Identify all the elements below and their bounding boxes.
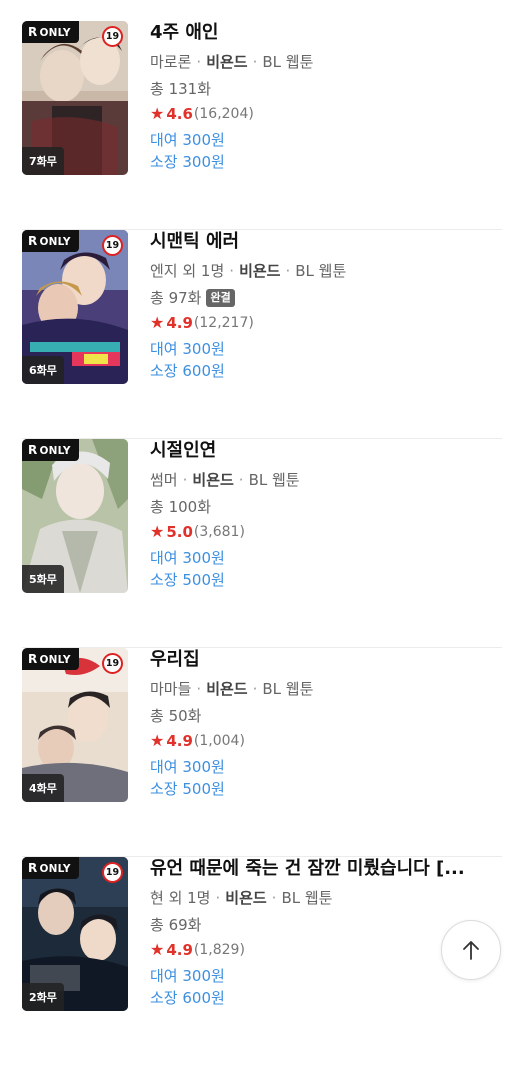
age-19-badge: 19 xyxy=(102,862,123,883)
rating-score: 4.9 xyxy=(166,941,193,959)
genre: BL 웹툰 xyxy=(281,889,333,907)
episode-count: 총 97화 완결 xyxy=(150,287,235,309)
separator-dot: · xyxy=(196,680,202,698)
rating-count: (12,217) xyxy=(193,315,254,331)
rating-score: 4.9 xyxy=(166,314,193,332)
publisher[interactable]: 비욘드 xyxy=(206,53,247,71)
separator-dot: · xyxy=(229,262,235,280)
r-only-label: R ONLY xyxy=(22,230,79,252)
age-19-badge: 19 xyxy=(102,26,123,47)
separator-dot: · xyxy=(196,53,202,71)
r-only-label: R ONLY xyxy=(22,21,79,43)
list-item[interactable]: R ONLY 19 7화무 4주 애인 마로론 · 비욘드 · BL 웹툰 총 131화 … xyxy=(22,21,502,230)
rating: ★ 4.6 (16,204) xyxy=(150,103,254,125)
free-wait-badge: 4화무 xyxy=(22,774,64,802)
separator-dot: · xyxy=(252,53,258,71)
rating-count: (3,681) xyxy=(193,524,245,540)
rent-price: 대여 300원 xyxy=(150,758,225,776)
cover-thumbnail[interactable]: R ONLY 19 7화무 xyxy=(22,21,128,175)
star-icon: ★ xyxy=(150,940,165,959)
rating-score: 5.0 xyxy=(166,523,193,541)
free-wait-badge: 7화무 xyxy=(22,147,64,175)
star-icon: ★ xyxy=(150,104,165,123)
item-title[interactable]: 우리집 xyxy=(150,648,502,672)
r-only-label: R ONLY xyxy=(22,648,79,670)
author[interactable]: 엔지 외 1명 xyxy=(150,262,224,280)
author[interactable]: 현 외 1명 xyxy=(150,889,210,907)
scroll-to-top-button[interactable] xyxy=(441,920,501,980)
item-meta: 마마들 · 비욘드 · BL 웹툰 xyxy=(150,678,313,700)
own-price: 소장 500원 xyxy=(150,571,225,589)
separator-dot: · xyxy=(215,889,221,907)
rating-count: (16,204) xyxy=(193,106,254,122)
genre: BL 웹툰 xyxy=(262,680,314,698)
cover-thumbnail[interactable]: R ONLY 5화무 xyxy=(22,439,128,593)
rating-count: (1,829) xyxy=(193,942,245,958)
list-item[interactable]: R ONLY 19 2화무 유언 때문에 죽는 건 잠깐 미뤘습니다 [... 현… xyxy=(22,857,502,1066)
genre: BL 웹툰 xyxy=(262,53,314,71)
item-title[interactable]: 4주 애인 xyxy=(150,21,502,45)
star-icon: ★ xyxy=(150,731,165,750)
star-icon: ★ xyxy=(150,313,165,332)
author[interactable]: 마로론 xyxy=(150,53,191,71)
separator-dot: · xyxy=(252,680,258,698)
publisher[interactable]: 비욘드 xyxy=(225,889,266,907)
rent-price: 대여 300원 xyxy=(150,131,225,149)
own-price: 소장 300원 xyxy=(150,153,225,171)
item-meta: 썸머 · 비욘드 · BL 웹툰 xyxy=(150,469,300,491)
separator-dot: · xyxy=(271,889,277,907)
rating-score: 4.6 xyxy=(166,105,193,123)
separator-dot: · xyxy=(238,471,244,489)
r-only-label: R ONLY xyxy=(22,857,79,879)
genre: BL 웹툰 xyxy=(248,471,300,489)
own-price: 소장 500원 xyxy=(150,780,225,798)
cover-thumbnail[interactable]: R ONLY 19 4화무 xyxy=(22,648,128,802)
rating-score: 4.9 xyxy=(166,732,193,750)
rating: ★ 4.9 (1,004) xyxy=(150,730,245,752)
publisher[interactable]: 비욘드 xyxy=(239,262,280,280)
rent-price: 대여 300원 xyxy=(150,967,225,985)
free-wait-badge: 6화무 xyxy=(22,356,64,384)
list-item[interactable]: R ONLY 5화무 시절인연 썸머 · 비욘드 · BL 웹툰 총 100화 ★ 5.0(… xyxy=(22,439,502,648)
genre: BL 웹툰 xyxy=(295,262,347,280)
free-wait-badge: 2화무 xyxy=(22,983,64,1011)
item-title[interactable]: 시맨틱 에러 xyxy=(150,230,502,254)
author[interactable]: 마마들 xyxy=(150,680,191,698)
episode-count: 총 50화 xyxy=(150,707,202,725)
list-item[interactable]: R ONLY 19 4화무 우리집 마마들 · 비욘드 · BL 웹툰 총 50화 ★ 4.… xyxy=(22,648,502,857)
rating: ★ 4.9 (1,829) xyxy=(150,939,245,961)
item-title[interactable]: 유언 때문에 죽는 건 잠깐 미뤘습니다 [... xyxy=(150,857,502,881)
age-19-badge: 19 xyxy=(102,653,123,674)
rent-price: 대여 300원 xyxy=(150,340,225,358)
rating: ★ 5.0 (3,681) xyxy=(150,521,245,543)
item-meta: 마로론 · 비욘드 · BL 웹툰 xyxy=(150,51,313,73)
rating: ★ 4.9 (12,217) xyxy=(150,312,254,334)
r-only-label: R ONLY xyxy=(22,439,79,461)
free-wait-badge: 5화무 xyxy=(22,565,64,593)
episode-count: 총 131화 xyxy=(150,80,211,98)
item-meta: 엔지 외 1명 · 비욘드 · BL 웹툰 xyxy=(150,260,346,282)
list-item[interactable]: R ONLY 19 6화무 시맨틱 에러 엔지 외 1명 · 비욘드 · BL 웹툰 총 … xyxy=(22,230,502,439)
star-icon: ★ xyxy=(150,522,165,541)
arrow-up-icon xyxy=(463,941,479,960)
separator-dot: · xyxy=(285,262,291,280)
episode-count: 총 100화 xyxy=(150,498,211,516)
separator-dot: · xyxy=(182,471,188,489)
own-price: 소장 600원 xyxy=(150,362,225,380)
episode-count: 총 69화 xyxy=(150,916,202,934)
item-title[interactable]: 시절인연 xyxy=(150,439,502,463)
age-19-badge: 19 xyxy=(102,235,123,256)
own-price: 소장 600원 xyxy=(150,989,225,1007)
publisher[interactable]: 비욘드 xyxy=(206,680,247,698)
completed-badge: 완결 xyxy=(206,289,235,307)
author[interactable]: 썸머 xyxy=(150,471,178,489)
publisher[interactable]: 비욘드 xyxy=(192,471,233,489)
rating-count: (1,004) xyxy=(193,733,245,749)
cover-thumbnail[interactable]: R ONLY 19 2화무 xyxy=(22,857,128,1011)
rent-price: 대여 300원 xyxy=(150,549,225,567)
cover-thumbnail[interactable]: R ONLY 19 6화무 xyxy=(22,230,128,384)
item-meta: 현 외 1명 · 비욘드 · BL 웹툰 xyxy=(150,887,332,909)
